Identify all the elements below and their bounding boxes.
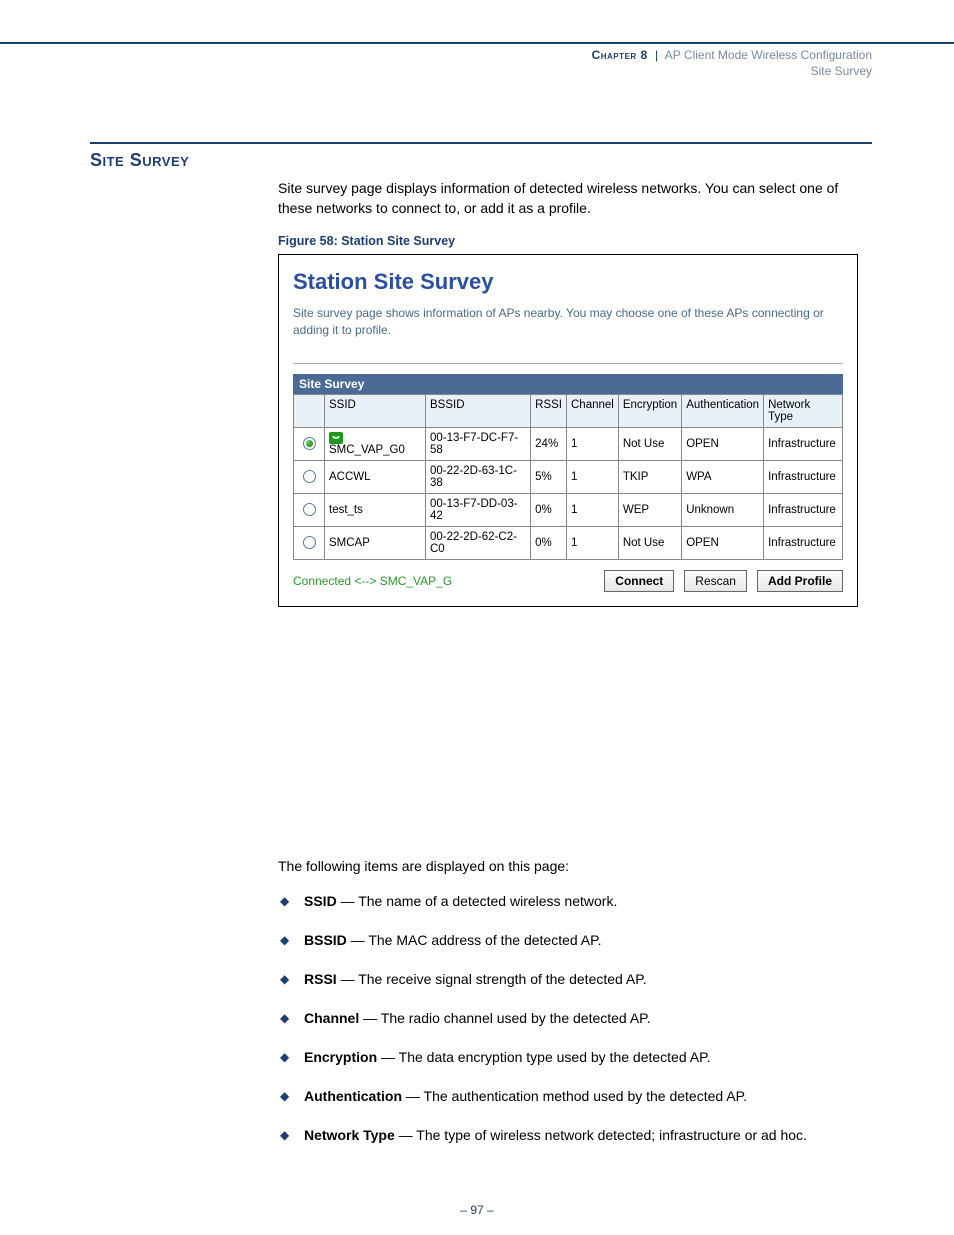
cell-encryption: WEP <box>618 493 681 526</box>
cell-rssi: 5% <box>531 460 567 493</box>
cell-rssi: 0% <box>531 526 567 559</box>
cell-encryption: Not Use <box>618 526 681 559</box>
definition-list: SSID — The name of a detected wireless n… <box>278 891 872 1146</box>
col-rssi: RSSI <box>531 394 567 427</box>
cell-encryption: TKIP <box>618 460 681 493</box>
table-row[interactable]: test_ts 00-13-F7-DD-03-42 0% 1 WEP Unkno… <box>294 493 843 526</box>
cell-ntype: Infrastructure <box>764 526 843 559</box>
cell-ssid: test_ts <box>325 493 426 526</box>
cell-auth: WPA <box>682 460 764 493</box>
desc: — The authentication method used by the … <box>402 1088 747 1104</box>
list-item: Network Type — The type of wireless netw… <box>278 1125 872 1146</box>
desc: — The type of wireless network detected;… <box>395 1127 807 1143</box>
term: RSSI <box>304 971 337 987</box>
section-title: Site Survey <box>90 150 189 171</box>
figure-panel: Station Site Survey Site survey page sho… <box>278 254 858 607</box>
table-row[interactable]: SMCAP 00-22-2D-62-C2-C0 0% 1 Not Use OPE… <box>294 526 843 559</box>
desc: — The MAC address of the detected AP. <box>347 932 602 948</box>
figure-caption: Figure 58: Station Site Survey <box>278 234 455 248</box>
col-ssid: SSID <box>325 394 426 427</box>
term: BSSID <box>304 932 347 948</box>
desc: — The receive signal strength of the det… <box>337 971 647 987</box>
list-item: RSSI — The receive signal strength of th… <box>278 969 872 990</box>
cell-ssid: ACCWL <box>325 460 426 493</box>
col-auth: Authentication <box>682 394 764 427</box>
connection-status: Connected <--> SMC_VAP_G <box>293 574 594 588</box>
cell-bssid: 00-22-2D-62-C2-C0 <box>426 526 531 559</box>
panel-description: Site survey page shows information of AP… <box>293 305 843 339</box>
col-channel: Channel <box>567 394 619 427</box>
ssid-text: SMC_VAP_G0 <box>329 444 405 456</box>
cell-ssid: SMCAP <box>325 526 426 559</box>
header-subtitle: Site Survey <box>0 64 872 78</box>
select-radio[interactable] <box>303 503 316 516</box>
cell-encryption: Not Use <box>618 427 681 460</box>
separator: | <box>655 48 658 62</box>
list-item: Channel — The radio channel used by the … <box>278 1008 872 1029</box>
cell-bssid: 00-22-2D-63-1C-38 <box>426 460 531 493</box>
table-title-bar: Site Survey <box>293 374 843 394</box>
cell-auth: OPEN <box>682 427 764 460</box>
cell-auth: OPEN <box>682 526 764 559</box>
add-profile-button[interactable]: Add Profile <box>757 570 843 592</box>
cell-rssi: 0% <box>531 493 567 526</box>
term: Network Type <box>304 1127 395 1143</box>
desc: — The name of a detected wireless networ… <box>337 893 618 909</box>
col-ntype: Network Type <box>764 394 843 427</box>
cell-bssid: 00-13-F7-DC-F7-58 <box>426 427 531 460</box>
term: Channel <box>304 1010 359 1026</box>
section-rule <box>90 142 872 144</box>
cell-ntype: Infrastructure <box>764 493 843 526</box>
cell-ssid: SMC_VAP_G0 <box>325 427 426 460</box>
select-radio[interactable] <box>303 470 316 483</box>
connected-icon <box>329 432 343 444</box>
cell-channel: 1 <box>567 427 619 460</box>
desc: — The radio channel used by the detected… <box>359 1010 650 1026</box>
term: SSID <box>304 893 337 909</box>
list-item: BSSID — The MAC address of the detected … <box>278 930 872 951</box>
running-header: Chapter 8 | AP Client Mode Wireless Conf… <box>0 42 954 78</box>
list-item: Encryption — The data encryption type us… <box>278 1047 872 1068</box>
page-number: – 97 – <box>0 1203 954 1217</box>
site-survey-table: SSID BSSID RSSI Channel Encryption Authe… <box>293 394 843 560</box>
col-bssid: BSSID <box>426 394 531 427</box>
select-radio[interactable] <box>303 437 316 450</box>
rescan-button[interactable]: Rescan <box>684 570 747 592</box>
cell-channel: 1 <box>567 526 619 559</box>
cell-channel: 1 <box>567 493 619 526</box>
cell-rssi: 24% <box>531 427 567 460</box>
cell-auth: Unknown <box>682 493 764 526</box>
table-header-row: SSID BSSID RSSI Channel Encryption Authe… <box>294 394 843 427</box>
chapter-label: Chapter 8 <box>592 48 648 62</box>
chapter-title: AP Client Mode Wireless Configuration <box>665 48 872 62</box>
cell-bssid: 00-13-F7-DD-03-42 <box>426 493 531 526</box>
col-radio <box>294 394 325 427</box>
cell-ntype: Infrastructure <box>764 427 843 460</box>
table-row[interactable]: SMC_VAP_G0 00-13-F7-DC-F7-58 24% 1 Not U… <box>294 427 843 460</box>
post-figure-text: The following items are displayed on thi… <box>278 856 872 1164</box>
term: Encryption <box>304 1049 377 1065</box>
select-radio[interactable] <box>303 536 316 549</box>
cell-channel: 1 <box>567 460 619 493</box>
term: Authentication <box>304 1088 402 1104</box>
intro-paragraph: Site survey page displays information of… <box>278 178 872 219</box>
panel-footer: Connected <--> SMC_VAP_G Connect Rescan … <box>293 570 843 592</box>
cell-ntype: Infrastructure <box>764 460 843 493</box>
list-item: SSID — The name of a detected wireless n… <box>278 891 872 912</box>
desc: — The data encryption type used by the d… <box>377 1049 710 1065</box>
panel-divider <box>293 363 843 364</box>
connect-button[interactable]: Connect <box>604 570 674 592</box>
table-row[interactable]: ACCWL 00-22-2D-63-1C-38 5% 1 TKIP WPA In… <box>294 460 843 493</box>
post-intro: The following items are displayed on thi… <box>278 856 872 877</box>
col-encryption: Encryption <box>618 394 681 427</box>
panel-title: Station Site Survey <box>293 269 843 295</box>
list-item: Authentication — The authentication meth… <box>278 1086 872 1107</box>
